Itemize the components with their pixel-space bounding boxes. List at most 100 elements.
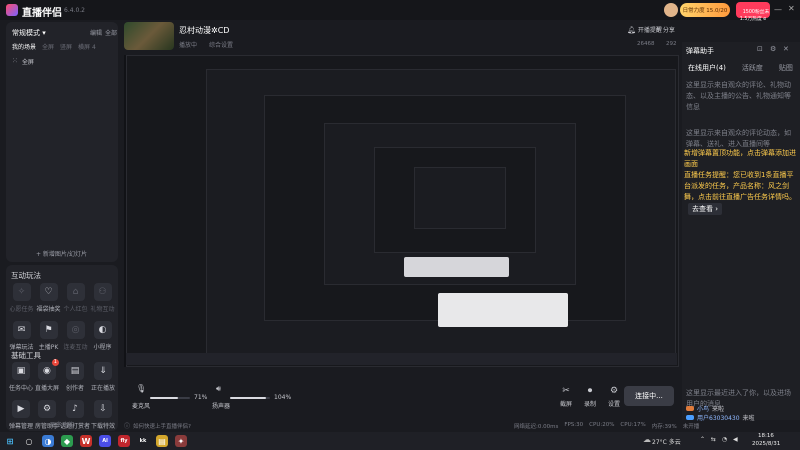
scene-item-label: 全屏 xyxy=(21,58,34,66)
tray-icons[interactable]: ⌃ ⇆ ◔ ◀︎ xyxy=(700,436,740,443)
interaction-8-icon: ◐ xyxy=(93,321,112,339)
user-name[interactable]: 小鸟 xyxy=(697,404,709,413)
mirror-chat-bubble-2 xyxy=(404,257,509,277)
interaction-1-button[interactable]: ✧ 心愿任务 xyxy=(8,283,35,313)
chat-panel-title: 弹幕助手 xyxy=(686,47,714,55)
mic-icon[interactable]: 🎙︎ xyxy=(136,384,146,393)
bottom-action-1-button[interactable]: ✂ 截屏 xyxy=(560,386,572,408)
tool-1-button[interactable]: ▣ 任务中心 xyxy=(8,362,34,392)
tool-8-button[interactable]: ⇩ 下载特效 xyxy=(90,400,116,430)
interaction-5-button[interactable]: ✉ 弹幕玩法 xyxy=(8,321,35,351)
user-name[interactable]: 用户63030430 xyxy=(697,413,740,422)
daily-task-badge[interactable]: 日常力度 15.0/20 xyxy=(680,3,730,17)
tool-4-label: 正在播放 xyxy=(90,385,115,392)
tool-5-label: 弹幕管理 xyxy=(8,423,33,430)
tab-fullscreen[interactable]: 全屏 xyxy=(42,42,54,51)
avatar[interactable] xyxy=(664,3,678,17)
tool-4-icon: ⇓ xyxy=(93,362,112,380)
tab-activity[interactable]: 活跃度 xyxy=(742,63,763,73)
taskbar-apps: ⊞ ○ ◑ ◆ W Al fly kk ▤ ✦ xyxy=(4,435,187,447)
mirror-chat-bubble xyxy=(438,293,568,327)
bottom-action-label: 设置 xyxy=(608,401,621,408)
mode-selector[interactable]: 常规模式 ▾ xyxy=(12,28,46,38)
clock-time[interactable]: 18:16 xyxy=(758,433,774,439)
taskbar-app-2-icon[interactable]: ○ xyxy=(23,435,35,447)
taskbar-app-7-icon[interactable]: fly xyxy=(118,435,130,447)
room-cover[interactable] xyxy=(124,22,174,50)
mic-label: 麦克风 xyxy=(132,403,151,410)
follow-badge[interactable]: 1500粉丝未 1.5万热度 e xyxy=(736,2,770,22)
taskbar-app-6-icon[interactable]: Al xyxy=(99,435,111,447)
taskbar-app-3-icon[interactable]: ◑ xyxy=(42,435,54,447)
chat-hint-2: 这里显示来自观众的评论动态，如弹幕、送礼、进入直播间等 xyxy=(686,129,791,148)
taskbar-app-8-icon[interactable]: kk xyxy=(137,435,149,447)
bottom-action-icon: ✂ xyxy=(562,386,570,396)
more-features-button[interactable]: 更多功能 xyxy=(50,420,74,429)
interaction-8-button[interactable]: ◐ 小程序 xyxy=(89,321,116,351)
interaction-4-button[interactable]: ⚇ 礼物互动 xyxy=(89,283,116,313)
taskbar-app-1-icon[interactable]: ⊞ xyxy=(4,435,16,447)
app-name: 直播伴侣 xyxy=(22,8,62,19)
tool-3-button[interactable]: ▤ 创作者 xyxy=(60,362,90,392)
add-scene-button[interactable]: + 新增图片/幻灯片 xyxy=(36,249,87,258)
mic-slider[interactable] xyxy=(150,397,190,399)
minimize-icon[interactable]: — xyxy=(774,5,782,14)
all-link[interactable]: 全部 xyxy=(105,28,117,37)
bottom-action-3-button[interactable]: ⚙ 设置 xyxy=(608,386,620,408)
bottom-action-2-button[interactable]: ⏺ 录制 xyxy=(584,386,596,408)
speaker-icon[interactable]: 🔊︎ xyxy=(216,384,221,394)
chat-panel: 弹幕助手 ⊡ ⚙ ✕ 在线用户(4) 活跃度 贴图 这里显示来自观众的评论、礼物… xyxy=(682,42,800,420)
tab-portrait[interactable]: 竖屏 xyxy=(60,42,72,51)
taskbar-app-4-icon[interactable]: ◆ xyxy=(61,435,73,447)
room-sub-2[interactable]: 综合设置 xyxy=(209,40,233,49)
help-link[interactable]: ⓘ 如何快速上手直播伴侣? xyxy=(124,421,191,430)
interaction-3-button[interactable]: ⌂ 个人红包 xyxy=(62,283,89,313)
settings-icon[interactable]: ⚙ xyxy=(770,45,776,53)
bottom-action-label: 录制 xyxy=(584,401,597,408)
taskbar-app-5-icon[interactable]: W xyxy=(80,435,92,447)
user-message: 来啦 xyxy=(742,415,755,422)
scene-item[interactable]: ⁙ 全屏 xyxy=(12,55,112,67)
room-header: 忍村动漫✲CD 播放中 综合设置 🔔︎ 开播提醒 ⇪ 分享 26468 292 xyxy=(124,22,679,50)
interaction-4-icon: ⚇ xyxy=(93,283,112,301)
taskbar-app-9-icon[interactable]: ▤ xyxy=(156,435,168,447)
share-button[interactable]: ⇪ 分享 xyxy=(655,25,675,35)
fullscreen-icon[interactable]: ⊡ xyxy=(757,45,763,53)
tool-7-icon: ♪ xyxy=(65,400,84,418)
tab-my-scenes[interactable]: 我的场景 xyxy=(12,42,36,51)
panel-close-icon[interactable]: ✕ xyxy=(783,45,789,53)
user-level-badge xyxy=(686,415,694,420)
chat-user-list: 小鸟 来啦 用户63030430 来啦 xyxy=(682,404,800,422)
start-live-button[interactable]: 连接中... xyxy=(624,386,674,406)
announcement-card: 新增弹幕置顶功能，点击弹幕添加进画面 直播任务提醒：您已收到1条直播平台派发的任… xyxy=(684,148,796,208)
start-live-label: 连接中... xyxy=(635,392,663,400)
tool-2-button[interactable]: ◉ 1 直播大屏 xyxy=(34,359,60,392)
tool-4-button[interactable]: ⇓ 正在播放 xyxy=(90,362,116,392)
edit-link[interactable]: 编辑 xyxy=(90,28,102,37)
clock-date[interactable]: 2025/8/31 xyxy=(752,441,780,447)
tab-landscape[interactable]: 横屏 4 xyxy=(78,42,96,51)
chat-user-row[interactable]: 小鸟 来啦 xyxy=(682,404,800,413)
speaker-slider[interactable] xyxy=(230,397,270,399)
chat-user-row[interactable]: 用户63030430 来啦 xyxy=(682,413,800,422)
tab-stickers[interactable]: 贴图 xyxy=(779,63,793,73)
tab-online-users[interactable]: 在线用户(4) xyxy=(688,63,726,73)
tool-5-icon: ▶ xyxy=(11,400,30,418)
weather-text[interactable]: 27°C 多云 xyxy=(652,437,681,446)
taskbar-app-10-icon[interactable]: ✦ xyxy=(175,435,187,447)
interaction-7-icon: ◎ xyxy=(66,321,85,339)
interaction-5-icon: ✉ xyxy=(12,321,31,339)
interaction-2-button[interactable]: ♡ 福袋抽奖 xyxy=(35,283,62,313)
info-icon: ⓘ xyxy=(124,423,131,430)
interaction-4-label: 礼物互动 xyxy=(90,306,115,313)
tools-title: 基础工具 xyxy=(11,351,41,360)
preview-canvas[interactable] xyxy=(124,55,679,367)
mirror-layer-6 xyxy=(414,167,506,229)
tool-5-button[interactable]: ▶ 弹幕管理 xyxy=(8,400,34,430)
interaction-6-button[interactable]: ⚑ 主播PK xyxy=(35,321,62,351)
close-icon[interactable]: ✕ xyxy=(788,4,795,13)
daily-task-text: 日常力度 15.0/20 xyxy=(682,8,728,14)
room-title[interactable]: 忍村动漫✲CD xyxy=(179,25,229,36)
interaction-7-button[interactable]: ◎ 连麦互动 xyxy=(62,321,89,351)
view-task-link[interactable]: 去查看 › xyxy=(688,203,723,215)
